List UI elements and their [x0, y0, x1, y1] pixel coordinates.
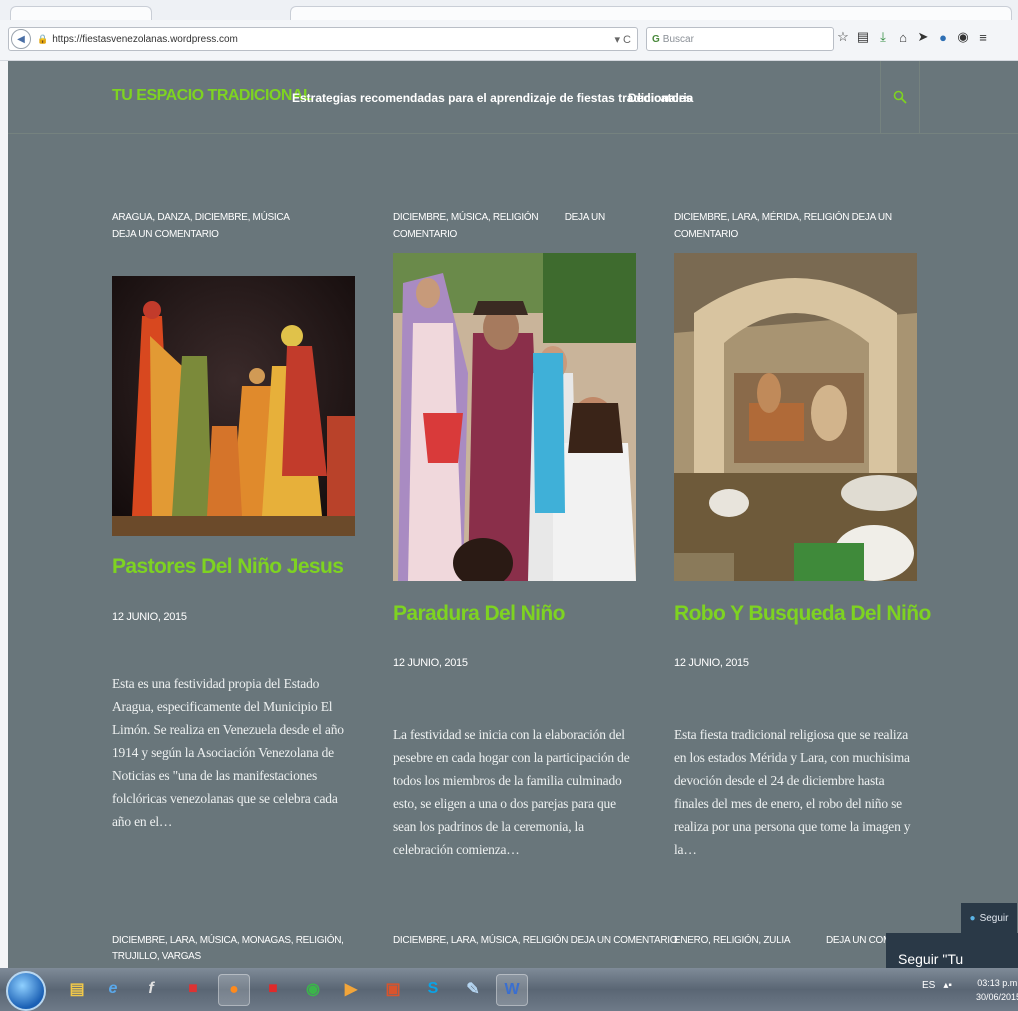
chrome-icon[interactable]: ◉ — [298, 974, 328, 1004]
wordpress-icon: ● — [969, 912, 976, 924]
explorer-icon[interactable]: ▤ — [62, 974, 92, 1004]
flash-icon[interactable]: f — [136, 974, 166, 1004]
clock-date: 30/06/2015 — [976, 992, 1018, 1002]
article-card: ARAGUA, DANZA, DICIEMBRE, MÚSICA DEJA UN… — [112, 209, 357, 243]
procession-photo — [393, 253, 636, 581]
article-card: DICIEMBRE, MÚSICA, RELIGIÓN DEJA UN COME… — [393, 209, 638, 243]
firefox-icon[interactable]: ● — [218, 974, 250, 1006]
browser-tab-1[interactable] — [10, 6, 152, 21]
article-excerpt: Esta es una festividad propia del Estado… — [112, 676, 344, 829]
language-indicator[interactable]: ES — [922, 980, 935, 991]
article-categories[interactable]: DICIEMBRE, LARA, MÉRIDA, RELIGIÓN DEJA U… — [674, 209, 934, 243]
tab-strip — [0, 0, 1018, 21]
browser-tab-2[interactable] — [290, 6, 1012, 21]
start-button[interactable] — [6, 971, 46, 1011]
browser-search-field[interactable]: G Buscar — [646, 27, 834, 51]
reload-icon[interactable]: ▾ C — [614, 33, 631, 46]
article-categories[interactable]: DICIEMBRE, LARA, MÚSICA, RELIGIÓN DEJA U… — [393, 933, 678, 949]
send-icon[interactable]: ➤ — [916, 28, 930, 46]
powerpoint-icon[interactable]: ▣ — [378, 974, 408, 1004]
network-icon[interactable]: ▴▪ — [943, 980, 952, 991]
clock-time: 03:13 p.m. — [977, 978, 1018, 988]
pocket-icon[interactable]: ◉ — [956, 28, 970, 46]
home-icon[interactable]: ⌂ — [896, 28, 910, 46]
browser-navbar: ◀ 🔒 https://fiestasvenezolanas.wordpress… — [0, 20, 1018, 61]
system-tray: ES ▴▪ — [922, 980, 952, 991]
google-icon: G — [652, 33, 660, 45]
article-title[interactable]: Pastores Del Niño Jesus — [112, 555, 344, 579]
browser-toolbar: ☆ ▤ ⤓ ⌂ ➤ ● ◉ ≡ — [836, 28, 990, 46]
menu-icon[interactable]: ≡ — [976, 28, 990, 46]
taskbar: ▤ e f ■ ● ■ ◉ ▶ ▣ S ✎ W ES ▴▪ 03:13 p.m.… — [0, 968, 1018, 1011]
url-text[interactable]: https://fiestasvenezolanas.wordpress.com — [52, 34, 238, 45]
header-search-button[interactable] — [880, 61, 920, 133]
follow-panel[interactable]: Seguir "Tu — [886, 933, 1018, 968]
download-icon[interactable]: ⤓ — [876, 28, 890, 46]
address-bar[interactable]: ◀ 🔒 https://fiestasvenezolanas.wordpress… — [8, 27, 638, 51]
article-card: DICIEMBRE, LARA, MÉRIDA, RELIGIÓN DEJA U… — [674, 209, 934, 243]
article-image[interactable] — [674, 253, 917, 581]
follow-button[interactable]: ● Seguir — [961, 903, 1017, 933]
clipboard-icon[interactable]: ▤ — [856, 28, 870, 46]
skype-icon[interactable]: S — [418, 974, 448, 1004]
search-icon — [893, 90, 907, 104]
pdf-icon[interactable]: ■ — [258, 974, 288, 1004]
article-categories[interactable]: DICIEMBRE, LARA, MÚSICA, MONAGAS, RELIGI… — [112, 933, 362, 965]
follow-label: Seguir — [979, 912, 1009, 924]
article-title[interactable]: Paradura Del Niño — [393, 602, 565, 626]
article-excerpt: La festividad se inicia con la elaboraci… — [393, 727, 630, 857]
skype-icon[interactable]: ● — [936, 28, 950, 46]
site-header: TU ESPACIO TRADICIONAL Estrategias recom… — [8, 61, 1018, 134]
comment-link[interactable]: DEJA UN COMENTARIO — [112, 226, 357, 243]
article-title[interactable]: Robo Y Busqueda Del Niño — [674, 602, 931, 626]
star-icon[interactable]: ☆ — [836, 28, 850, 46]
article-excerpt: Esta fiesta tradicional religiosa que se… — [674, 727, 911, 857]
article-categories[interactable]: DICIEMBRE, MÚSICA, RELIGIÓN DEJA UN COME… — [393, 209, 638, 243]
dancers-photo — [112, 276, 355, 536]
nativity-photo — [674, 253, 917, 581]
article-categories[interactable]: ENERO, RELIGIÓN, ZULIA — [674, 933, 791, 949]
web-page: TU ESPACIO TRADICIONAL Estrategias recom… — [8, 61, 1018, 968]
word-icon[interactable]: W — [496, 974, 528, 1006]
article-date[interactable]: 12 JUNIO, 2015 — [393, 657, 468, 669]
article-image[interactable] — [112, 276, 355, 536]
clock[interactable]: 03:13 p.m. 30/06/2015 — [976, 976, 1018, 1004]
nav-item-dedicatoria[interactable]: Dedicatoria — [628, 91, 693, 105]
search-placeholder: Buscar — [662, 33, 694, 45]
article-date[interactable]: 12 JUNIO, 2015 — [112, 611, 187, 623]
back-icon[interactable]: ◀ — [11, 29, 31, 49]
media-icon[interactable]: ▶ — [336, 974, 366, 1004]
article-date[interactable]: 12 JUNIO, 2015 — [674, 657, 749, 669]
site-title[interactable]: TU ESPACIO TRADICIONAL — [112, 87, 313, 105]
paint-icon[interactable]: ✎ — [458, 974, 488, 1004]
ie-icon[interactable]: e — [98, 974, 128, 1004]
acrobat-icon[interactable]: ■ — [178, 974, 208, 1004]
article-image[interactable] — [393, 253, 636, 581]
lock-icon: 🔒 — [37, 33, 49, 44]
article-categories[interactable]: ARAGUA, DANZA, DICIEMBRE, MÚSICA — [112, 209, 357, 226]
